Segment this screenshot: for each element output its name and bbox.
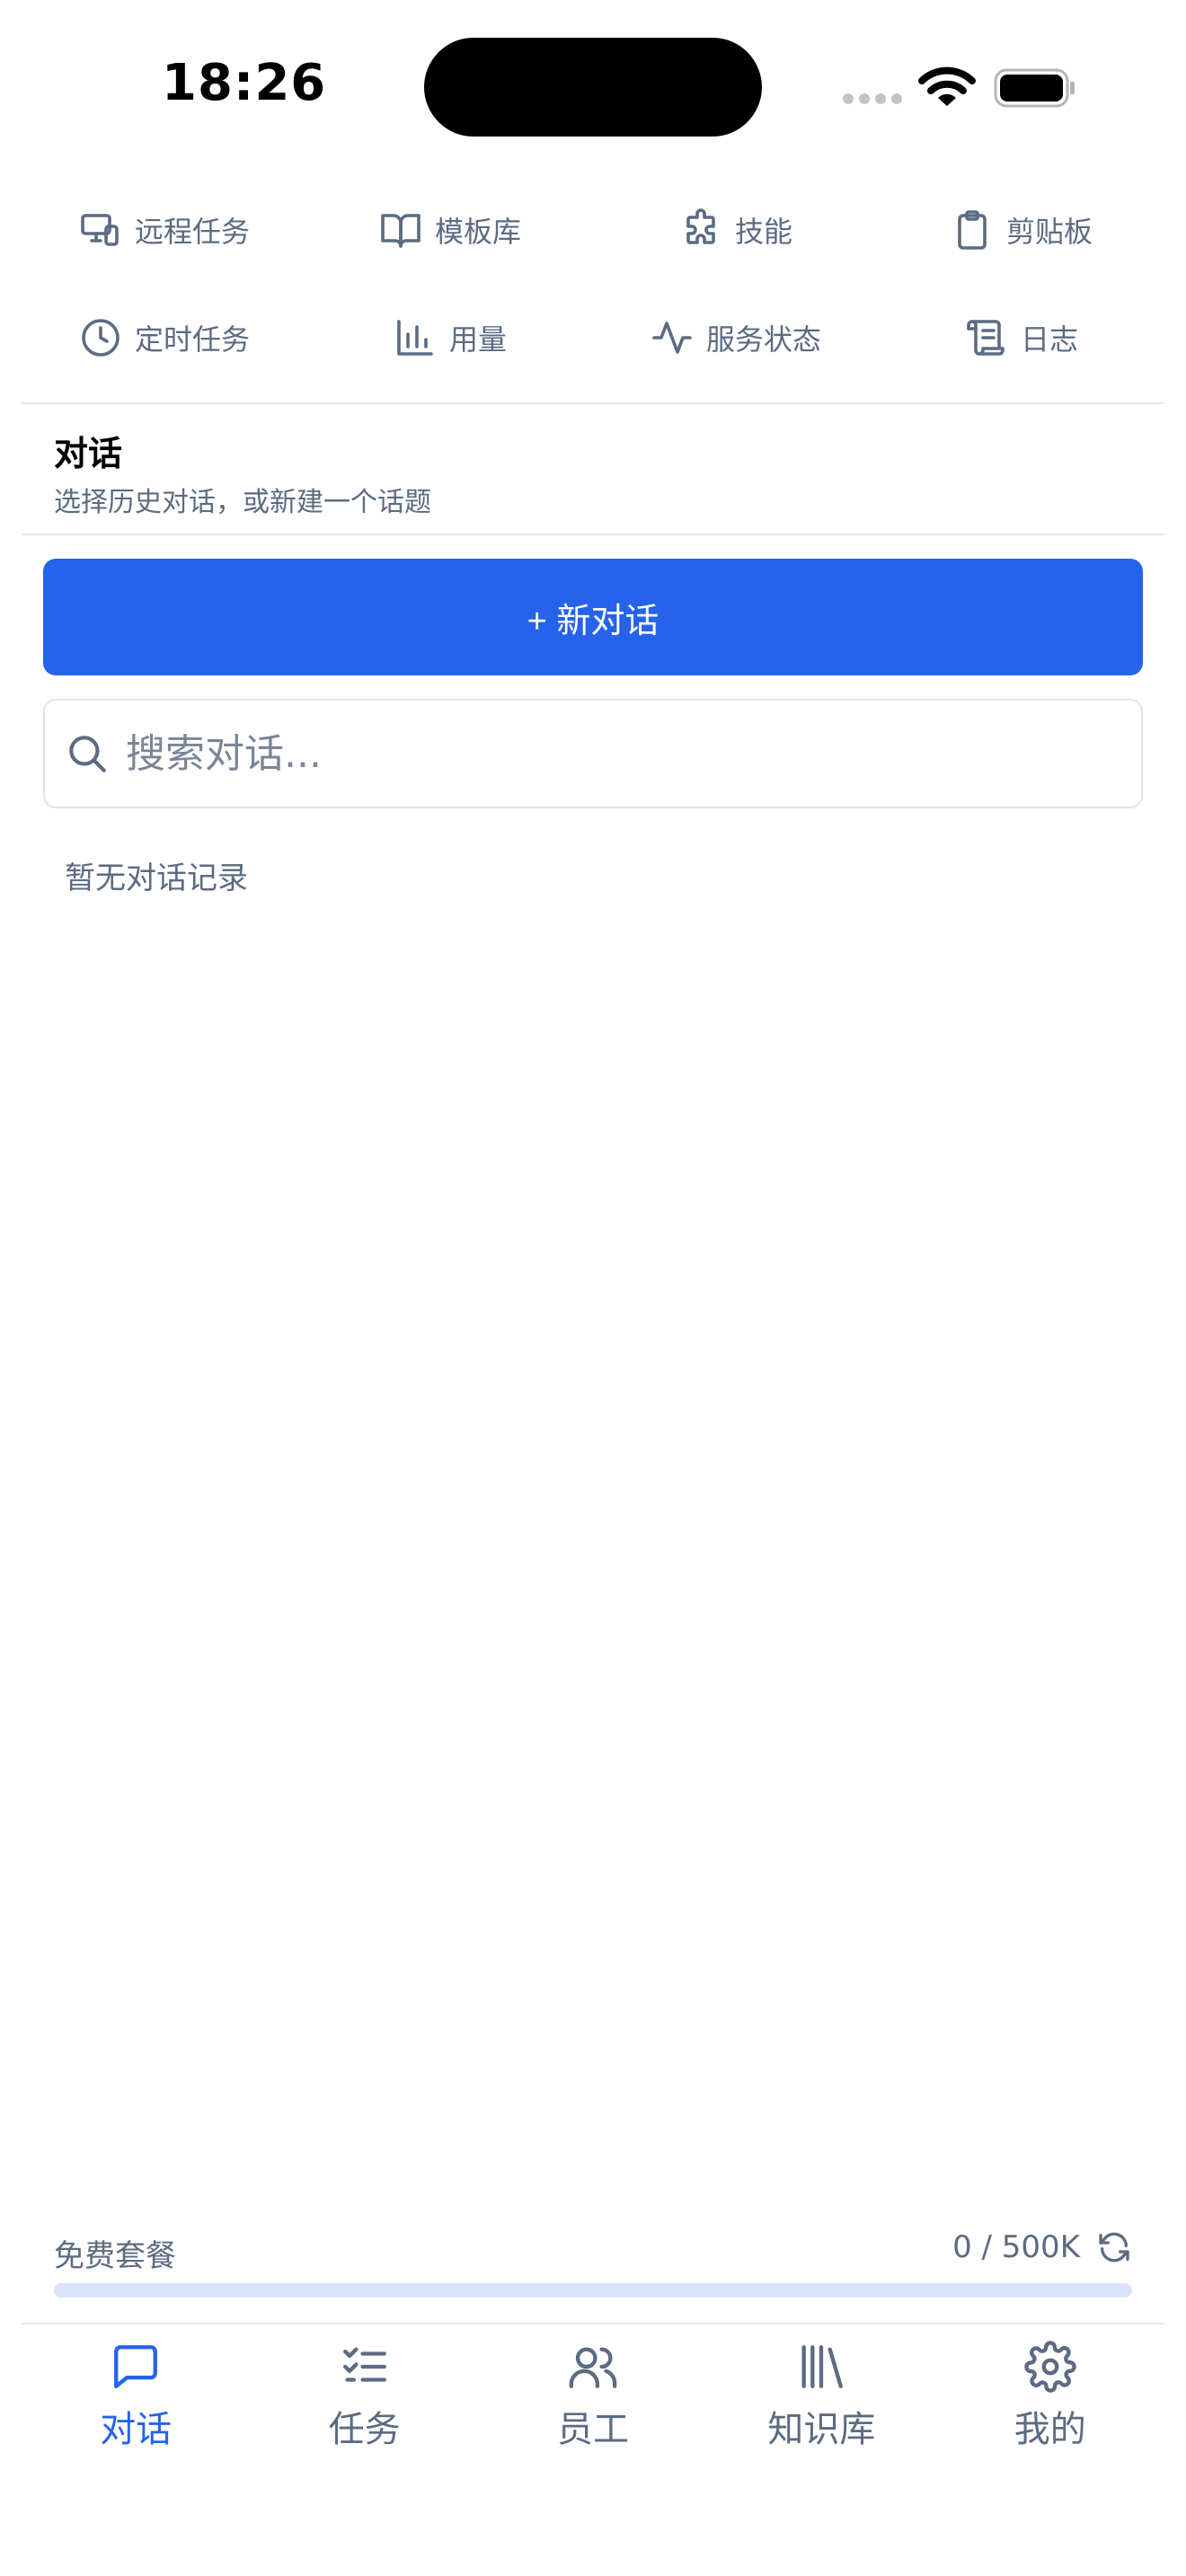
chat-bubble-icon bbox=[114, 2345, 158, 2388]
plan-name: 免费套餐 bbox=[54, 2238, 176, 2274]
quick-action-clipboard[interactable]: 剪贴板 bbox=[879, 176, 1164, 284]
quick-action-label: 剪贴板 bbox=[1005, 215, 1093, 249]
status-time: 18:26 bbox=[162, 54, 327, 112]
divider bbox=[22, 534, 1164, 535]
quick-action-label: 技能 bbox=[734, 215, 792, 249]
scroll-icon bbox=[967, 320, 1005, 356]
quick-action-label: 定时任务 bbox=[134, 322, 250, 357]
quick-action-label: 远程任务 bbox=[134, 215, 250, 249]
tab-tasks[interactable]: 任务 bbox=[266, 2325, 464, 2468]
quick-action-label: 用量 bbox=[448, 322, 507, 357]
clock-icon bbox=[82, 319, 119, 357]
quick-action-templates[interactable]: 模板库 bbox=[307, 176, 593, 284]
search-input[interactable] bbox=[124, 729, 1112, 778]
users-icon bbox=[569, 2347, 617, 2388]
activity-icon bbox=[652, 322, 692, 354]
task-list-icon bbox=[342, 2347, 386, 2382]
quick-action-service-status[interactable]: 服务状态 bbox=[593, 284, 879, 392]
book-open-icon bbox=[381, 214, 420, 248]
tab-label: 任务 bbox=[328, 2409, 401, 2450]
tab-label: 对话 bbox=[100, 2409, 173, 2450]
status-bar: 18:26 bbox=[0, 0, 1186, 171]
cellular-signal-icon bbox=[843, 93, 902, 104]
battery-icon bbox=[994, 68, 1075, 108]
puzzle-icon bbox=[686, 208, 715, 244]
quick-action-label: 模板库 bbox=[434, 215, 521, 249]
section-title: 对话 bbox=[54, 434, 123, 473]
plan-usage: 0 / 500K bbox=[952, 2229, 1132, 2265]
search-icon bbox=[69, 736, 106, 772]
quick-actions-grid: 远程任务 模板库 技能 剪贴板 定时任务 用量 服务状态 日志 bbox=[22, 176, 1164, 402]
tab-staff[interactable]: 员工 bbox=[494, 2325, 692, 2468]
refresh-icon[interactable] bbox=[1096, 2229, 1132, 2265]
quick-action-remote-tasks[interactable]: 远程任务 bbox=[22, 176, 307, 284]
quick-action-logs[interactable]: 日志 bbox=[879, 284, 1164, 392]
tab-knowledge-base[interactable]: 知识库 bbox=[722, 2325, 920, 2468]
gear-icon bbox=[1024, 2341, 1076, 2393]
tab-label: 我的 bbox=[1013, 2409, 1086, 2450]
new-chat-button[interactable]: + 新对话 bbox=[43, 559, 1143, 675]
tab-label: 知识库 bbox=[767, 2409, 876, 2450]
quick-action-label: 服务状态 bbox=[705, 322, 821, 357]
empty-state-text: 暂无对话记录 bbox=[65, 860, 248, 896]
wifi-icon bbox=[918, 66, 976, 106]
tab-chat[interactable]: 对话 bbox=[37, 2325, 235, 2468]
quick-action-skills[interactable]: 技能 bbox=[593, 176, 879, 284]
quick-action-usage[interactable]: 用量 bbox=[307, 284, 593, 392]
dynamic-island bbox=[424, 38, 762, 137]
quick-action-label: 日志 bbox=[1020, 322, 1078, 357]
usage-count: 0 / 500K bbox=[952, 2229, 1080, 2265]
divider bbox=[22, 402, 1164, 404]
section-subtitle: 选择历史对话，或新建一个话题 bbox=[54, 487, 431, 518]
quick-action-scheduled-tasks[interactable]: 定时任务 bbox=[22, 284, 307, 392]
tab-bar: 对话 任务 员工 知识库 我的 bbox=[22, 2325, 1164, 2468]
devices-icon bbox=[81, 214, 119, 246]
bar-chart-icon bbox=[397, 320, 433, 356]
clipboard-icon bbox=[958, 210, 987, 250]
library-icon bbox=[801, 2345, 844, 2388]
usage-progress-bar bbox=[54, 2283, 1132, 2298]
tab-me[interactable]: 我的 bbox=[951, 2325, 1149, 2468]
tab-label: 员工 bbox=[556, 2409, 629, 2450]
search-bar[interactable] bbox=[43, 699, 1143, 808]
